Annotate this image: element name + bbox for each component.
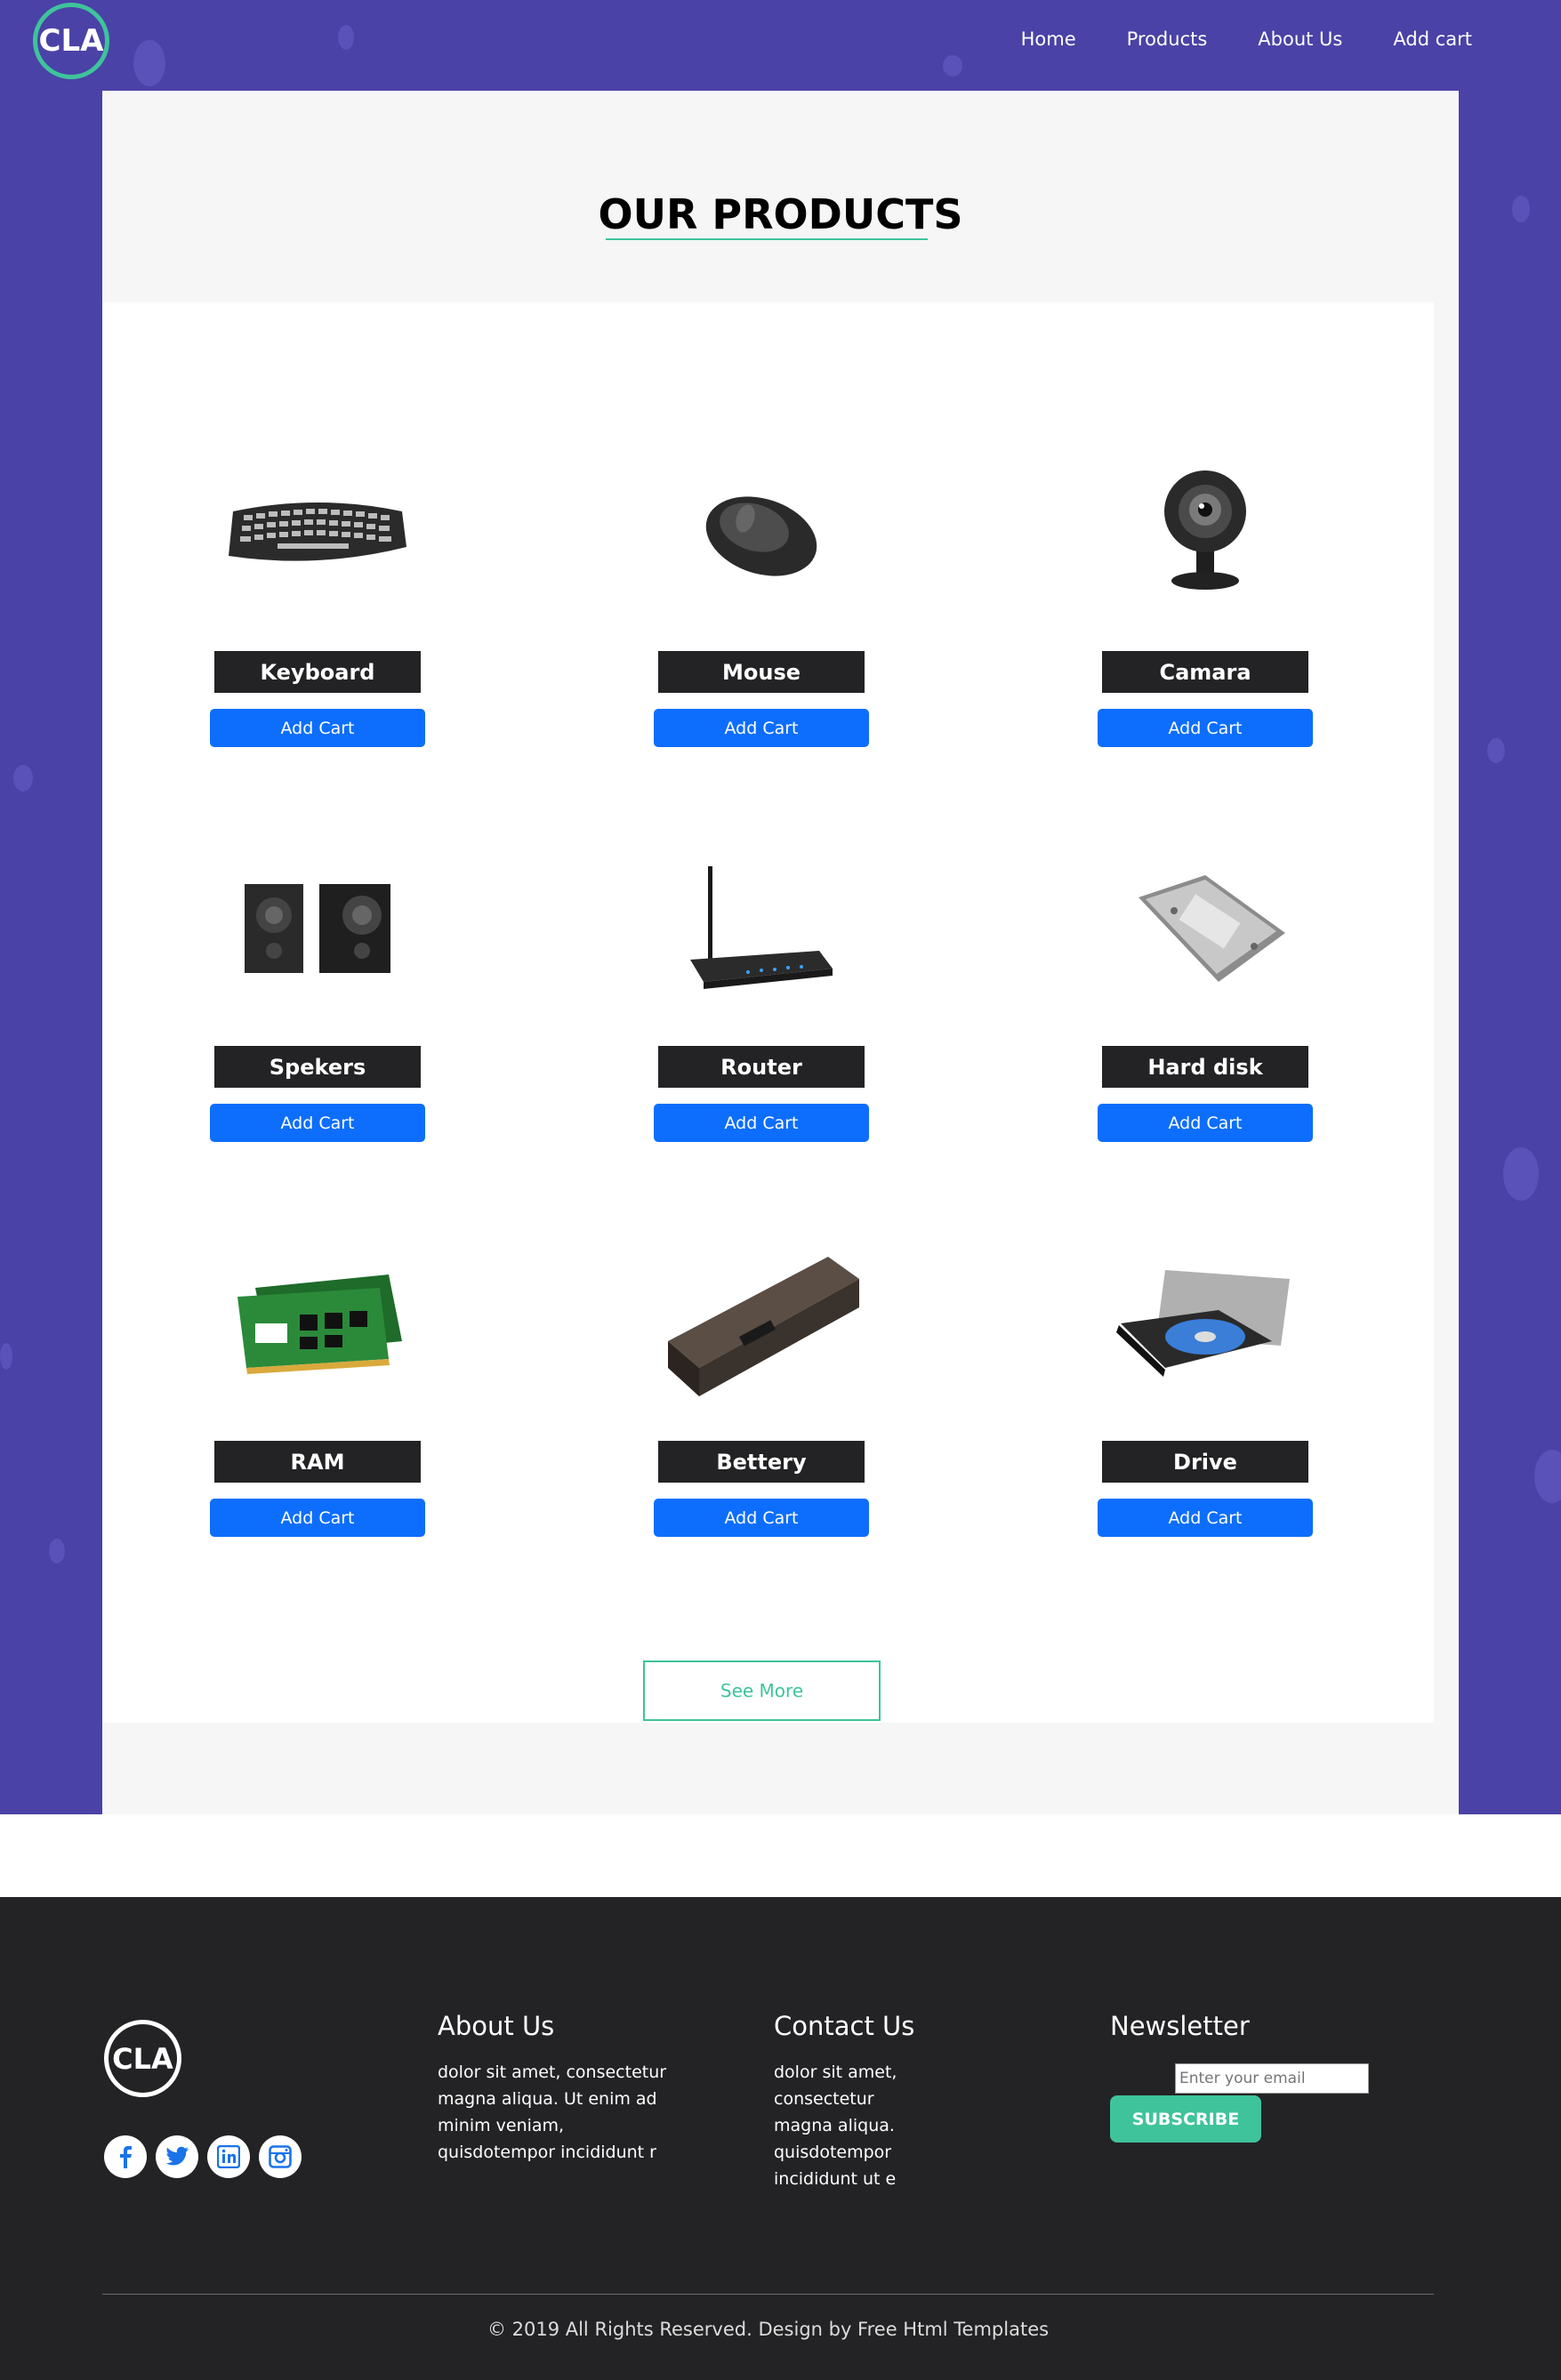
speakers-image [184, 840, 451, 1017]
webcam-image [1072, 445, 1339, 623]
nav-about-link[interactable]: About Us [1258, 28, 1342, 50]
battery-image [628, 1234, 895, 1412]
main-nav: Home Products About Us Add cart [970, 28, 1472, 50]
about-heading: About Us [438, 2011, 555, 2041]
product-card: Bettery Add Cart [628, 1234, 895, 1590]
product-name: RAM [214, 1441, 421, 1483]
contact-text-line: incididunt ut e [774, 2169, 897, 2189]
ram-image [184, 1234, 451, 1412]
mouse-image [628, 445, 895, 623]
add-cart-button[interactable]: Add Cart [654, 1499, 869, 1537]
product-name: Camara [1102, 651, 1308, 693]
add-cart-button[interactable]: Add Cart [654, 1104, 869, 1142]
optical-drive-image [1072, 1234, 1339, 1412]
nav-products-link[interactable]: Products [1127, 28, 1208, 50]
product-card: RAM Add Cart [184, 1234, 451, 1590]
product-card: Spekers Add Cart [184, 840, 451, 1195]
see-more-button[interactable]: See More [643, 1660, 881, 1721]
newsletter-email-input[interactable] [1175, 2063, 1369, 2094]
about-text-line: dolor sit amet, consectetur [438, 2062, 667, 2082]
newsletter-heading: Newsletter [1110, 2011, 1250, 2041]
about-text-line: quisdotempor incididunt r [438, 2143, 656, 2162]
add-cart-button[interactable]: Add Cart [1098, 1104, 1313, 1142]
product-name: Drive [1102, 1441, 1308, 1483]
facebook-icon[interactable] [104, 2135, 147, 2178]
product-name: Bettery [658, 1441, 865, 1483]
site-footer: CLA About Us dolor sit amet, consectetur… [0, 1897, 1561, 2380]
keyboard-image [184, 445, 451, 623]
contact-heading: Contact Us [774, 2011, 915, 2041]
add-cart-button[interactable]: Add Cart [210, 1104, 425, 1142]
page-title: OUR PRODUCTS [598, 190, 963, 238]
product-card: Drive Add Cart [1072, 1234, 1339, 1590]
site-logo[interactable]: CLA [33, 3, 109, 79]
product-name: Mouse [658, 651, 865, 693]
twitter-icon[interactable] [156, 2135, 198, 2178]
products-grid: Keyboard Add Cart Mouse Add Cart Camara … [102, 302, 1434, 1723]
title-underline [606, 238, 928, 240]
about-column: About Us dolor sit amet, consectetur mag… [438, 2011, 666, 2166]
contact-text-line: consectetur [774, 2089, 874, 2109]
product-card: Router Add Cart [628, 840, 895, 1195]
add-cart-button[interactable]: Add Cart [654, 709, 869, 747]
products-section: OUR PRODUCTS Keyboard Add Cart Mouse Add… [102, 91, 1459, 1814]
linkedin-icon[interactable] [207, 2135, 250, 2178]
nav-add-cart-link[interactable]: Add cart [1393, 28, 1472, 50]
add-cart-button[interactable]: Add Cart [210, 1499, 425, 1537]
about-text-line: minim veniam, [438, 2116, 565, 2135]
product-card: Mouse Add Cart [628, 445, 895, 800]
social-links [104, 2135, 310, 2178]
about-text-line: magna aliqua. Ut enim ad [438, 2089, 657, 2109]
nav-home-link[interactable]: Home [1021, 28, 1076, 50]
product-card: Camara Add Cart [1072, 445, 1339, 800]
hard-disk-image [1072, 840, 1339, 1017]
product-name: Hard disk [1102, 1046, 1308, 1088]
instagram-icon[interactable] [259, 2135, 302, 2178]
product-card: Keyboard Add Cart [184, 445, 451, 800]
copyright-text: © 2019 All Rights Reserved. Design by Fr… [487, 2319, 1050, 2340]
add-cart-button[interactable]: Add Cart [210, 709, 425, 747]
add-cart-button[interactable]: Add Cart [1098, 1499, 1313, 1537]
top-navbar: CLA Home Products About Us Add cart [0, 0, 1561, 91]
footer-divider [102, 2294, 1434, 2295]
router-image [628, 840, 895, 1017]
product-card: Hard disk Add Cart [1072, 840, 1339, 1195]
newsletter-column: Newsletter [1110, 2011, 1250, 2059]
subscribe-button[interactable]: SUBSCRIBE [1110, 2095, 1261, 2143]
footer-logo: CLA [104, 2020, 181, 2097]
contact-text-line: magna aliqua. [774, 2116, 895, 2135]
contact-column: Contact Us dolor sit amet, consectetur m… [774, 2011, 914, 2192]
product-name: Keyboard [214, 651, 421, 693]
product-name: Spekers [214, 1046, 421, 1088]
contact-text-line: quisdotempor [774, 2143, 892, 2162]
contact-text-line: dolor sit amet, [774, 2062, 897, 2082]
product-name: Router [658, 1046, 865, 1088]
add-cart-button[interactable]: Add Cart [1098, 709, 1313, 747]
